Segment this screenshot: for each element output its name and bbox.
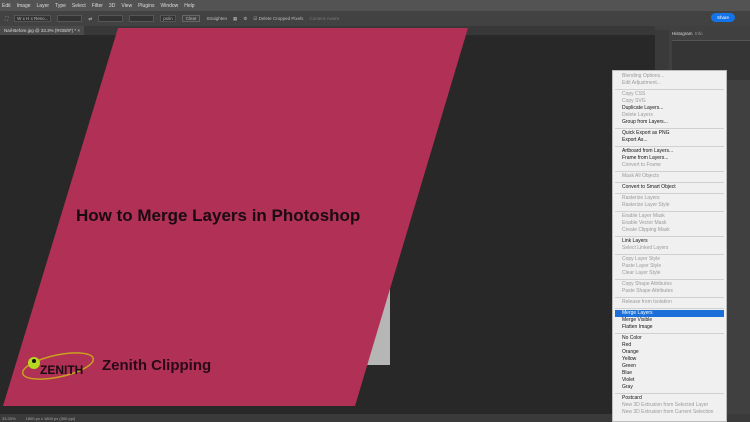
- menu-item-copy-css: Copy CSS: [622, 91, 646, 97]
- menu-item-duplicate-layers[interactable]: Duplicate Layers...: [613, 105, 726, 112]
- menu-item-link-layers[interactable]: Link Layers: [613, 238, 726, 245]
- layer-context-menu: Blending Options... Edit Adjustment... Cop…: [612, 70, 727, 422]
- menu-item-copy-svg: Copy SVG: [622, 98, 646, 104]
- menu-separator: [615, 127, 724, 129]
- menu-item-new-3d-extrusion-from-current-selection: New 3D Extrusion from Current Selection: [622, 409, 714, 415]
- menu-item-merge-layers[interactable]: Merge Layers: [615, 310, 724, 317]
- menu-item-new-3d-extrusion-from-selected-layer: New 3D Extrusion from Selected Layer: [622, 402, 709, 408]
- menu-separator: [615, 192, 724, 194]
- menu-separator: [615, 88, 724, 90]
- svg-text:ZENITH: ZENITH: [40, 363, 83, 377]
- menu-item-export-as[interactable]: Export As...: [613, 137, 726, 144]
- menu-separator: [615, 253, 724, 255]
- menu-separator: [615, 181, 724, 183]
- menu-item-clear-layer-style: Clear Layer Style: [622, 270, 661, 276]
- menu-item-no-color[interactable]: No Color: [613, 335, 726, 342]
- menu-item-yellow[interactable]: Yellow: [613, 356, 726, 363]
- menu-item-group-from-layers[interactable]: Group from Layers...: [613, 119, 726, 126]
- menu-item-enable-layer-mask: Enable Layer Mask: [622, 213, 665, 219]
- menu-item-orange[interactable]: Orange: [613, 349, 726, 356]
- menu-item-convert-to-frame: Convert to Frame: [622, 162, 661, 168]
- menu-item-edit-adjustment: Edit Adjustment...: [622, 80, 661, 86]
- menu-item-copy-shape-attributes: Copy Shape Attributes: [622, 281, 672, 287]
- menu-separator: [615, 296, 724, 298]
- menu-item-quick-export-as-png[interactable]: Quick Export as PNG: [613, 130, 726, 137]
- zoom-level[interactable]: 33.33%: [2, 416, 16, 421]
- menu-item-copy-layer-style: Copy Layer Style: [622, 256, 661, 262]
- banner-title: How to Merge Layers in Photoshop: [76, 206, 361, 225]
- menu-item-merge-visible[interactable]: Merge Visible: [613, 317, 726, 324]
- menu-item-convert-to-smart-object[interactable]: Convert to Smart Object: [613, 184, 726, 191]
- menu-separator: [615, 392, 724, 394]
- menu-separator: [615, 145, 724, 147]
- menu-item-artboard-from-layers[interactable]: Artboard from Layers...: [613, 148, 726, 155]
- brand-name: Zenith Clipping: [102, 357, 212, 374]
- menu-item-paste-layer-style: Paste Layer Style: [622, 263, 662, 269]
- menu-item-gray[interactable]: Gray: [613, 384, 726, 391]
- menu-item-create-clipping-mask: Create Clipping Mask: [622, 227, 670, 233]
- menu-item-rasterize-layer-style: Rasterize Layer Style: [622, 202, 670, 208]
- menu-item-enable-vector-mask: Enable Vector Mask: [622, 220, 667, 226]
- menu-separator: [615, 332, 724, 334]
- menu-item-frame-from-layers[interactable]: Frame from Layers...: [613, 155, 726, 162]
- menu-item-red[interactable]: Red: [613, 342, 726, 349]
- menu-separator: [615, 235, 724, 237]
- menu-item-delete-layers: Delete Layers: [622, 112, 653, 118]
- document-size: 1800 px x 1800 px (300 ppi): [25, 415, 76, 421]
- menu-item-green[interactable]: Green: [613, 363, 726, 370]
- menu-item-rasterize-layers: Rasterize Layers: [622, 195, 660, 201]
- menu-item-select-linked-layers: Select Linked Layers: [622, 245, 669, 251]
- menu-separator: [615, 307, 724, 309]
- zenith-logo: ZENITH: [21, 352, 95, 380]
- menu-separator: [615, 170, 724, 172]
- menu-item-mask-all-objects: Mask All Objects: [622, 173, 659, 179]
- menu-separator: [615, 278, 724, 280]
- menu-item-postcard[interactable]: Postcard: [613, 395, 726, 402]
- menu-item-violet[interactable]: Violet: [613, 377, 726, 384]
- menu-item-release-from-isolation: Release from Isolation: [622, 299, 672, 305]
- menu-item-paste-shape-attributes: Paste Shape Attributes: [622, 288, 673, 294]
- menu-separator: [615, 210, 724, 212]
- menu-item-blue[interactable]: Blue: [613, 370, 726, 377]
- menu-item-flatten-image[interactable]: Flatten Image: [613, 324, 726, 331]
- menu-item-blending-options: Blending Options...: [622, 73, 665, 79]
